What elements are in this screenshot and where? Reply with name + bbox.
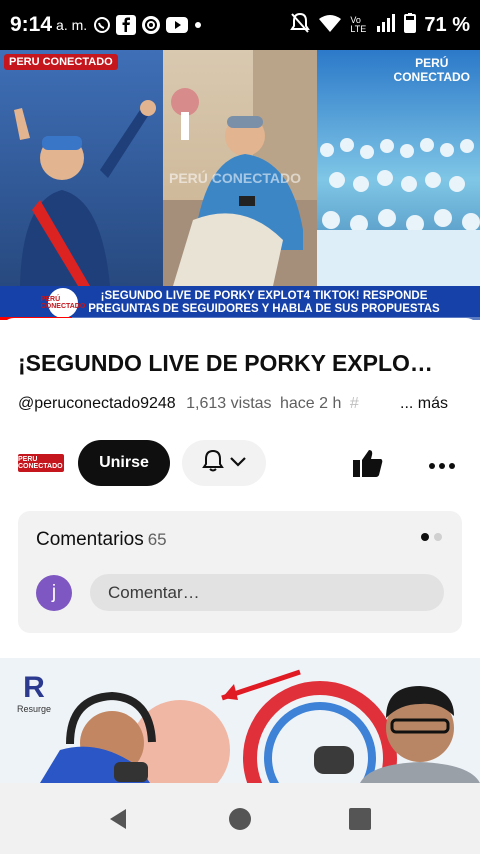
network-label: Vo LTE xyxy=(350,15,367,34)
status-time: 9:14 xyxy=(10,13,53,36)
channel-logo-corner: PERÚ CONECTADO xyxy=(393,56,470,84)
comments-title: Comentarios xyxy=(36,529,144,550)
hashtag: # xyxy=(349,395,359,412)
video-caption: PERÚ CONECTADO ¡SEGUNDO LIVE DE PORKY EX… xyxy=(0,286,480,320)
view-count: 1,613 vistas xyxy=(186,395,272,412)
status-bar: 9:14 a. m. Vo LTE 71 % xyxy=(0,0,480,50)
comment-input[interactable]: Comentar… xyxy=(90,574,444,611)
video-watermark: PERÚ CONECTADO xyxy=(169,170,301,186)
bell-icon xyxy=(202,449,224,478)
like-button[interactable] xyxy=(352,448,384,483)
video-details: ¡SEGUNDO LIVE DE PORKY EXPLO… @peruconec… xyxy=(0,318,480,783)
wifi-icon xyxy=(318,14,342,37)
facebook-icon xyxy=(116,15,137,35)
resurge-badge: R Resurge xyxy=(12,671,56,715)
thumbs-up-icon xyxy=(352,450,384,482)
dot-icon xyxy=(193,20,203,30)
carousel-dot-active xyxy=(421,533,429,541)
caption-text: ¡SEGUNDO LIVE DE PORKY EXPLOT4 TIKTOK! R… xyxy=(88,290,440,315)
youtube-icon xyxy=(166,17,189,33)
status-ampm: a. m. xyxy=(56,17,88,33)
resurge-label: Resurge xyxy=(16,704,52,714)
channel-avatar[interactable]: PERU CONECTADO xyxy=(18,454,64,472)
more-actions-button[interactable] xyxy=(428,450,456,476)
join-button[interactable]: Unirse xyxy=(78,440,170,486)
whatsapp-icon xyxy=(93,16,111,34)
video-title[interactable]: ¡SEGUNDO LIVE DE PORKY EXPLO… xyxy=(18,350,466,377)
action-row: PERU CONECTADO Unirse xyxy=(18,438,462,488)
mute-icon xyxy=(290,12,311,39)
video-player[interactable]: PERU CONECTADO PERÚ CONECTADO PERÚ CONEC… xyxy=(0,50,480,320)
channel-handle[interactable]: @peruconectado9248 xyxy=(18,395,176,412)
recents-icon[interactable] xyxy=(348,807,372,836)
battery-icon xyxy=(404,12,417,38)
video-meta[interactable]: @peruconectado9248 1,613 vistas hace 2 h… xyxy=(18,395,448,413)
caption-logo: PERÚ CONECTADO xyxy=(41,288,85,318)
battery-percent: 71 % xyxy=(424,13,470,36)
comments-section[interactable]: Comentarios 65 j Comentar… xyxy=(18,511,462,633)
more-description-link[interactable]: ... más xyxy=(400,395,448,413)
next-video-thumbnail[interactable]: R Resurge xyxy=(0,658,480,783)
video-frame-right: PERÚ CONECTADO xyxy=(317,50,480,286)
user-avatar: j xyxy=(36,575,72,611)
video-frame-center: PERÚ CONECTADO xyxy=(163,50,317,286)
notifications-button[interactable] xyxy=(182,440,266,486)
radio-icon xyxy=(141,15,161,35)
chevron-down-icon xyxy=(230,454,246,472)
resurge-logo-letter: R xyxy=(23,671,45,704)
upload-age: hace 2 h xyxy=(280,395,342,412)
home-icon[interactable] xyxy=(228,807,252,836)
system-nav-bar xyxy=(0,783,480,854)
carousel-dot xyxy=(434,533,442,541)
comments-header: Comentarios 65 xyxy=(36,529,167,551)
comments-count: 65 xyxy=(147,530,167,549)
more-horiz-icon xyxy=(428,450,456,475)
back-icon[interactable] xyxy=(106,807,130,836)
signal-icon xyxy=(376,13,396,37)
video-frame-left: PERU CONECTADO xyxy=(0,50,163,286)
carousel-dots xyxy=(421,533,442,541)
